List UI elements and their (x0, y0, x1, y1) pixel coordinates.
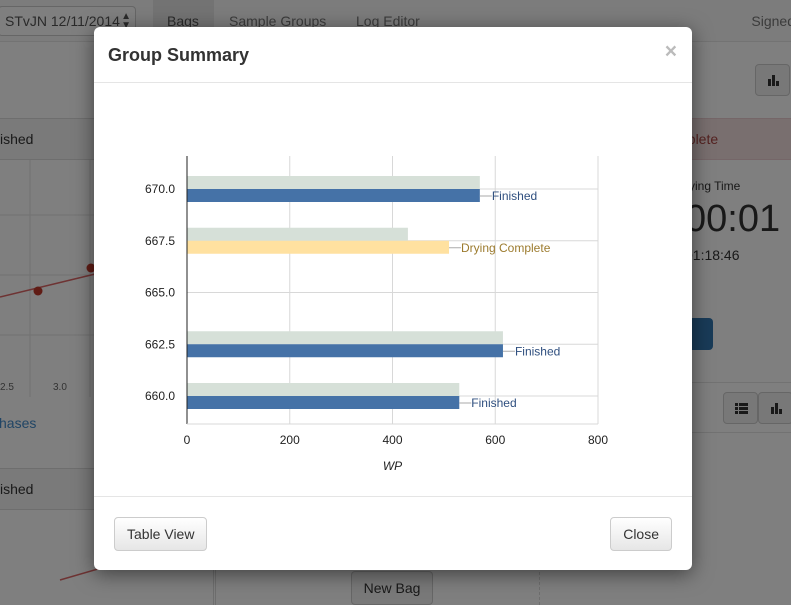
modal-title: Group Summary (108, 45, 250, 65)
y-tick-label: 660.0 (145, 389, 175, 403)
y-tick-label: 665.0 (145, 286, 175, 300)
value-bar (187, 240, 450, 254)
y-tick-label: 662.5 (145, 337, 175, 351)
group-summary-modal: Group Summary × Finished Drying Complete F… (94, 27, 692, 570)
reference-bar (187, 383, 460, 396)
data-label: Drying Complete (461, 241, 551, 255)
chart-axes: 0 200 400 600 800 660.0 662.5 665.0 667.5 670.0 WP (145, 156, 608, 473)
close-button[interactable]: Close (610, 517, 672, 551)
x-tick-label: 400 (382, 433, 402, 447)
data-label: Finished (471, 396, 516, 410)
x-tick-label: 200 (280, 433, 300, 447)
x-axis-title: WP (383, 459, 402, 473)
close-icon[interactable]: × (665, 41, 677, 62)
data-label: Finished (515, 344, 560, 358)
modal-header: Group Summary × (94, 27, 692, 83)
x-tick-label: 800 (588, 433, 608, 447)
y-tick-label: 667.5 (145, 234, 175, 248)
value-bar (187, 396, 460, 409)
value-bar (187, 189, 480, 202)
reference-bar (187, 331, 503, 345)
data-label: Finished (492, 189, 537, 203)
y-tick-label: 670.0 (145, 182, 175, 196)
reference-bar (187, 176, 480, 189)
group-summary-chart: FinishedDrying CompleteFinishedFinished … (145, 156, 608, 473)
x-tick-label: 600 (485, 433, 505, 447)
value-bar (187, 344, 503, 358)
reference-bar (187, 227, 408, 241)
x-tick-label: 0 (184, 433, 191, 447)
modal-footer: Table View Close (94, 496, 692, 570)
table-view-button[interactable]: Table View (114, 517, 208, 551)
